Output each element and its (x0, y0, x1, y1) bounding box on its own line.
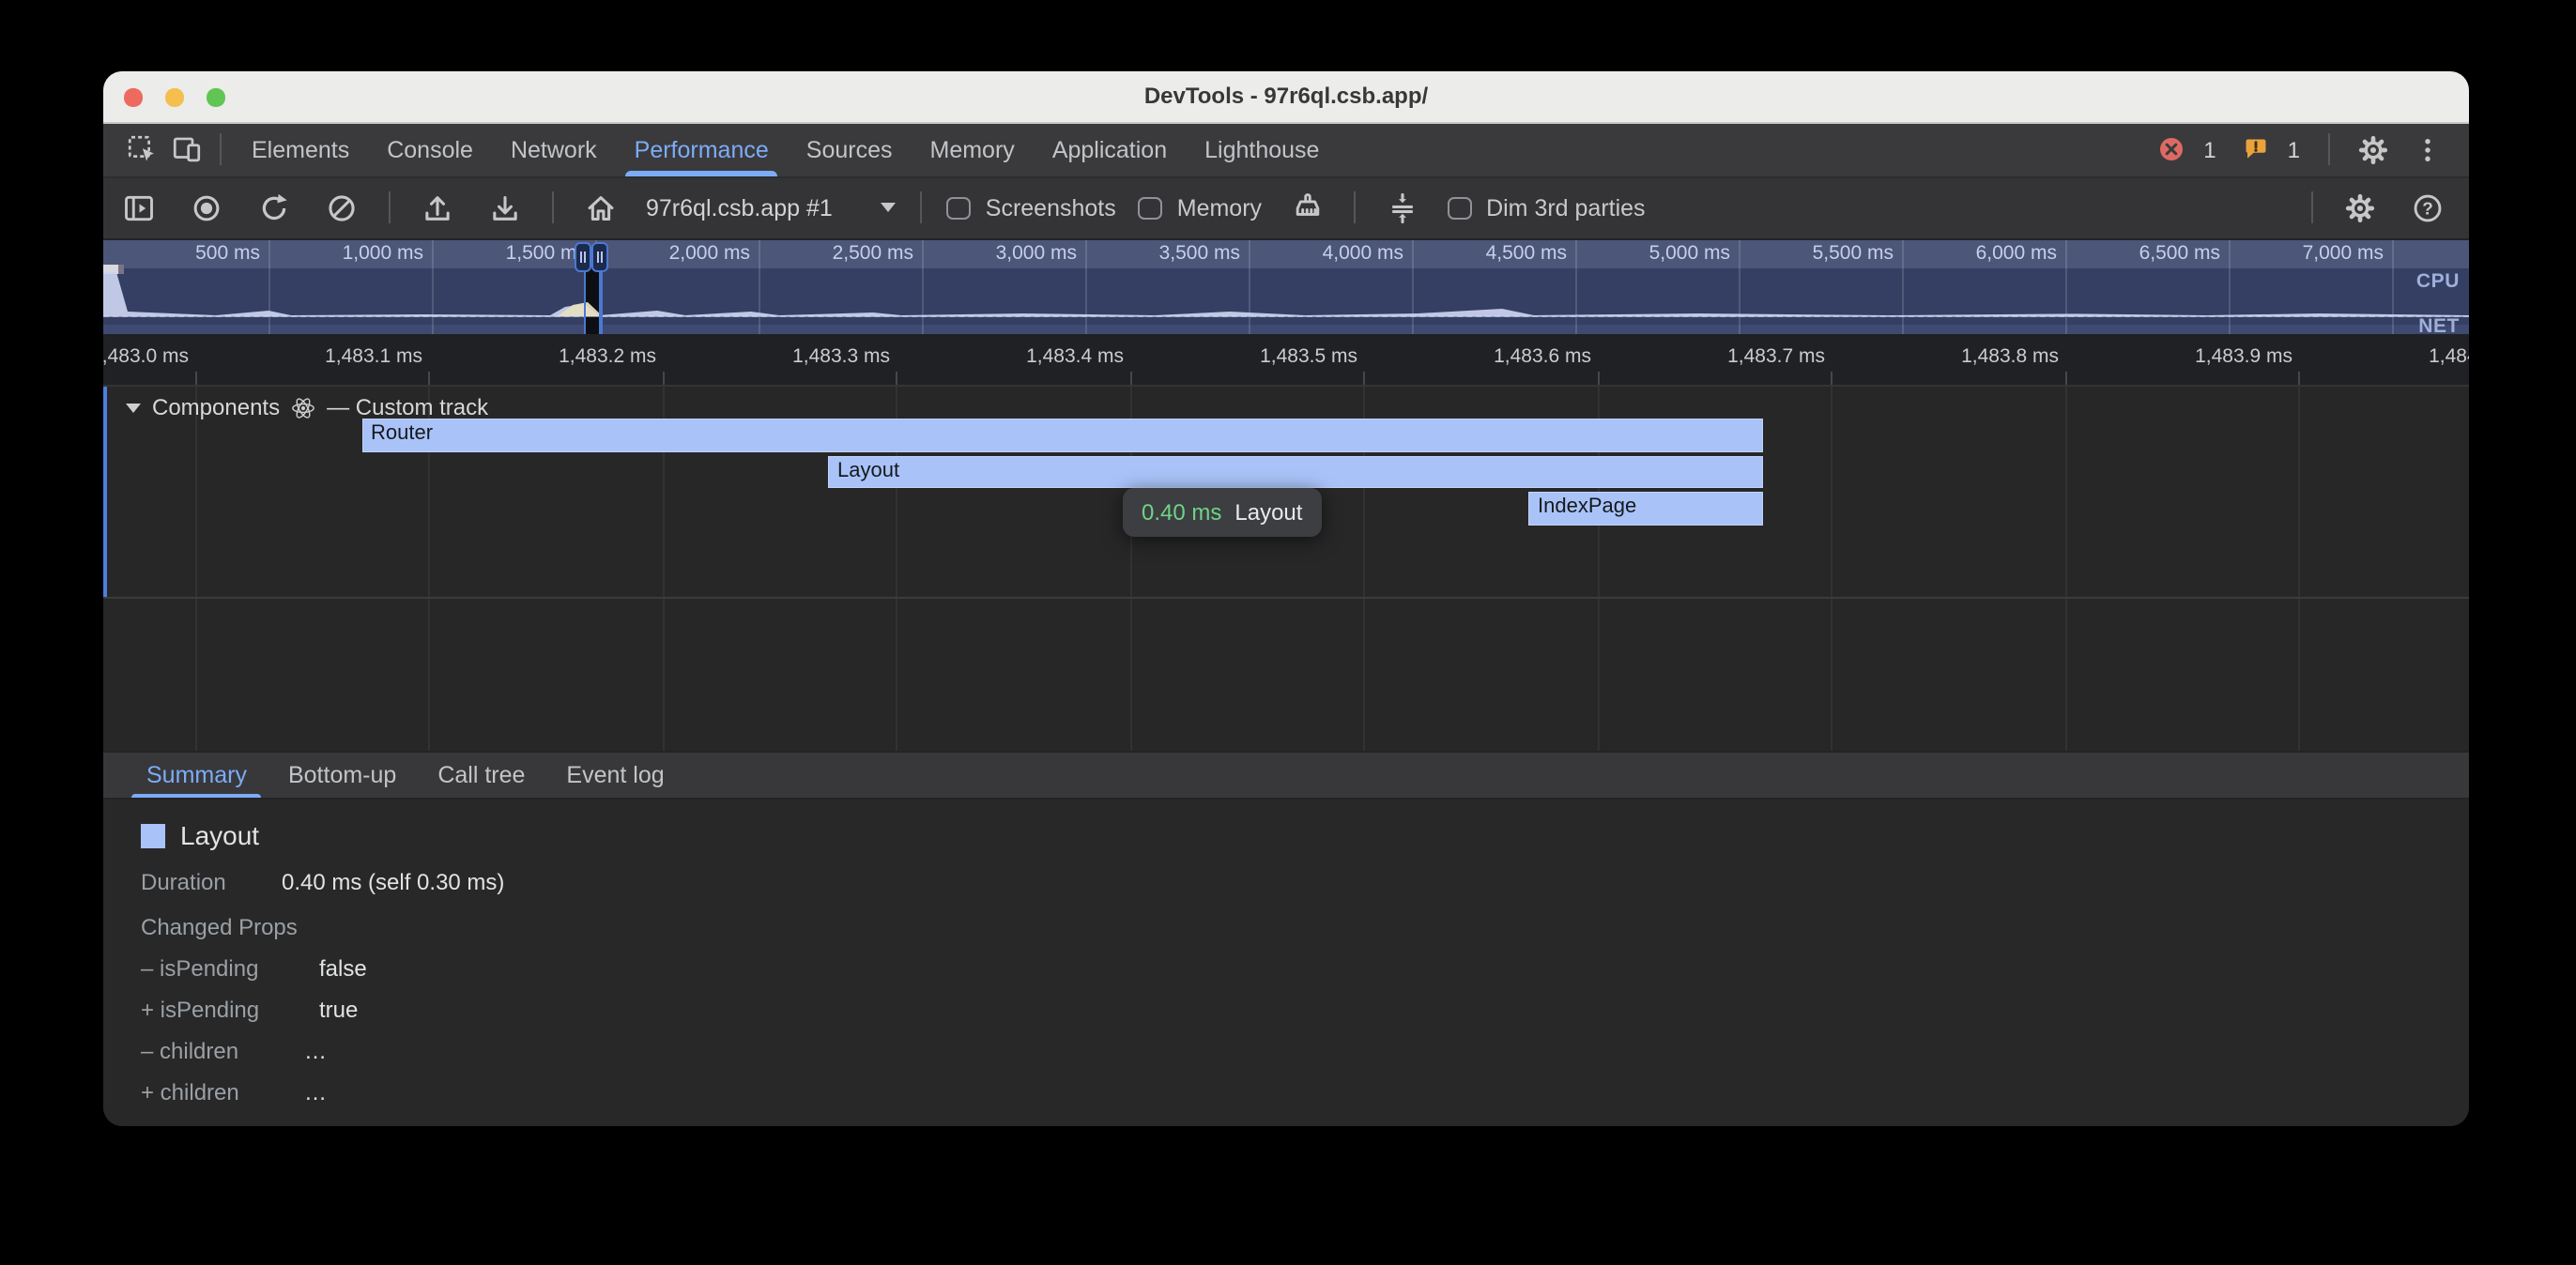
issue-count: 1 (2288, 137, 2300, 163)
divider (389, 192, 391, 224)
issues-badge-icon[interactable] (2233, 130, 2278, 171)
selection-right-grip[interactable] (591, 242, 608, 272)
details-tabstrip: SummaryBottom-upCall treeEvent log (103, 751, 2469, 800)
tab-performance[interactable]: Performance (616, 123, 788, 176)
summary-row--ispending: + isPendingtrue (141, 995, 2431, 1025)
grid-line-1-483-7-ms (1831, 387, 1832, 751)
track-header[interactable]: Components — Custom track (126, 394, 488, 420)
target-selector[interactable]: 97r6ql.csb.app #1 (646, 195, 897, 221)
tabbar-right: 1 1 (2149, 130, 2450, 171)
capture-settings-gear-icon[interactable] (2338, 188, 2383, 229)
summary-row-duration: Duration0.40 ms (self 0.30 ms) (141, 867, 2431, 897)
performance-toolbar: 97r6ql.csb.app #1 Screenshots Memory D (103, 178, 2469, 239)
screen: DevTools - 97r6ql.csb.app/ ElementsConso… (0, 0, 2576, 1265)
flame-event-layout[interactable]: Layout (828, 455, 1762, 488)
checkbox-icon (1139, 196, 1162, 220)
device-toolbar-icon[interactable] (163, 130, 208, 171)
tooltip-duration: 0.40 ms (1142, 499, 1221, 526)
toggle-sidebar-icon[interactable] (116, 188, 161, 229)
garbage-collect-icon[interactable] (1284, 188, 1329, 229)
target-label: 97r6ql.csb.app #1 (646, 195, 833, 221)
help-icon[interactable]: ? (2405, 188, 2450, 229)
divider (220, 134, 222, 166)
event-color-swatch (141, 824, 165, 848)
tab-lighthouse[interactable]: Lighthouse (1186, 123, 1338, 176)
grid-line-1-483-8-ms (2064, 387, 2066, 751)
summary-pane: Layout Duration0.40 ms (self 0.30 ms) Ch… (103, 800, 2469, 1126)
chevron-down-icon (882, 204, 897, 213)
selection-left-edge (583, 266, 586, 334)
dim-3rd-parties-toggle[interactable]: Dim 3rd parties (1448, 195, 1646, 221)
divider (2311, 192, 2313, 224)
grid-line-1-483-0-ms (194, 387, 196, 751)
divider (552, 192, 554, 224)
collapse-icon[interactable] (1380, 188, 1425, 229)
reload-record-icon[interactable] (252, 188, 297, 229)
divider (921, 192, 923, 224)
window-title: DevTools - 97r6ql.csb.app/ (103, 71, 2469, 123)
settings-gear-icon[interactable] (2351, 130, 2396, 171)
selection-left-grip[interactable] (575, 242, 591, 272)
summary-row--children: – children… (141, 1036, 2431, 1066)
details-tab-bottom-up[interactable]: Bottom-up (268, 753, 417, 798)
event-tooltip: 0.40 ms Layout (1123, 488, 1321, 537)
tab-sources[interactable]: Sources (788, 123, 912, 176)
track-subtitle: — Custom track (327, 394, 488, 420)
screenshots-label: Screenshots (986, 195, 1116, 221)
upload-profile-icon[interactable] (415, 188, 460, 229)
timeline-overview[interactable]: 500 ms 1,000 ms 1,500 ms 2,000 ms 2,500 … (103, 239, 2469, 334)
summary-row--ispending: – isPendingfalse (141, 953, 2431, 983)
tab-memory[interactable]: Memory (912, 123, 1034, 176)
record-icon[interactable] (184, 188, 229, 229)
kebab-menu-icon[interactable] (2405, 130, 2450, 171)
tab-network[interactable]: Network (492, 123, 616, 176)
details-tab-call-tree[interactable]: Call tree (417, 753, 545, 798)
error-count: 1 (2203, 137, 2216, 163)
screenshots-toggle[interactable]: Screenshots (947, 195, 1116, 221)
selected-track-accent (103, 387, 107, 597)
memory-toggle[interactable]: Memory (1139, 195, 1262, 221)
selection-right-edge (599, 266, 602, 334)
track-divider (103, 597, 2469, 599)
divider (2328, 134, 2330, 166)
checkbox-icon (947, 196, 971, 220)
overview-label-strip (103, 239, 2469, 267)
details-tab-event-log[interactable]: Event log (545, 753, 684, 798)
tab-application[interactable]: Application (1034, 123, 1186, 176)
flame-chart[interactable]: Components — Custom track Router Layout In… (103, 385, 2469, 751)
main-tabs: ElementsConsoleNetworkPerformanceSources… (233, 123, 1338, 176)
net-lane-label: NET (2418, 314, 2460, 334)
devtools-tabbar: ElementsConsoleNetworkPerformanceSources… (103, 123, 2469, 178)
flame-event-indexpage[interactable]: IndexPage (1528, 492, 1762, 525)
track-title: Components (152, 394, 280, 420)
summary-row--children: + children… (141, 1077, 2431, 1107)
summary-title: Layout (180, 820, 259, 850)
disclosure-triangle-icon (126, 403, 141, 412)
download-profile-icon[interactable] (483, 188, 528, 229)
timeline-ruler: 1,483.0 ms 1,483.1 ms 1,483.2 ms 1,483.3… (103, 334, 2469, 385)
toolbar-right: ? (2309, 188, 2450, 229)
dim-3rd-parties-label: Dim 3rd parties (1486, 195, 1646, 221)
error-badge-icon[interactable] (2149, 130, 2194, 171)
summary-row-changed-props: Changed Props (141, 912, 2431, 942)
tab-console[interactable]: Console (368, 123, 492, 176)
memory-label: Memory (1177, 195, 1262, 221)
tab-elements[interactable]: Elements (233, 123, 368, 176)
react-atom-icon (291, 395, 315, 419)
svg-text:?: ? (2422, 199, 2433, 219)
tooltip-name: Layout (1234, 499, 1302, 526)
clear-icon[interactable] (319, 188, 364, 229)
flame-event-router[interactable]: Router (361, 419, 1762, 451)
checkbox-icon (1448, 196, 1471, 220)
divider (1354, 192, 1356, 224)
grid-line-1-483-9-ms (2298, 387, 2300, 751)
details-tab-summary[interactable]: Summary (126, 753, 268, 798)
devtools-window: DevTools - 97r6ql.csb.app/ ElementsConso… (103, 71, 2469, 1126)
titlebar: DevTools - 97r6ql.csb.app/ (103, 71, 2469, 123)
cpu-lane-label: CPU (2416, 270, 2460, 293)
inspect-icon[interactable] (118, 130, 163, 171)
cpu-activity-chart (103, 267, 2469, 326)
home-icon[interactable] (578, 188, 623, 229)
